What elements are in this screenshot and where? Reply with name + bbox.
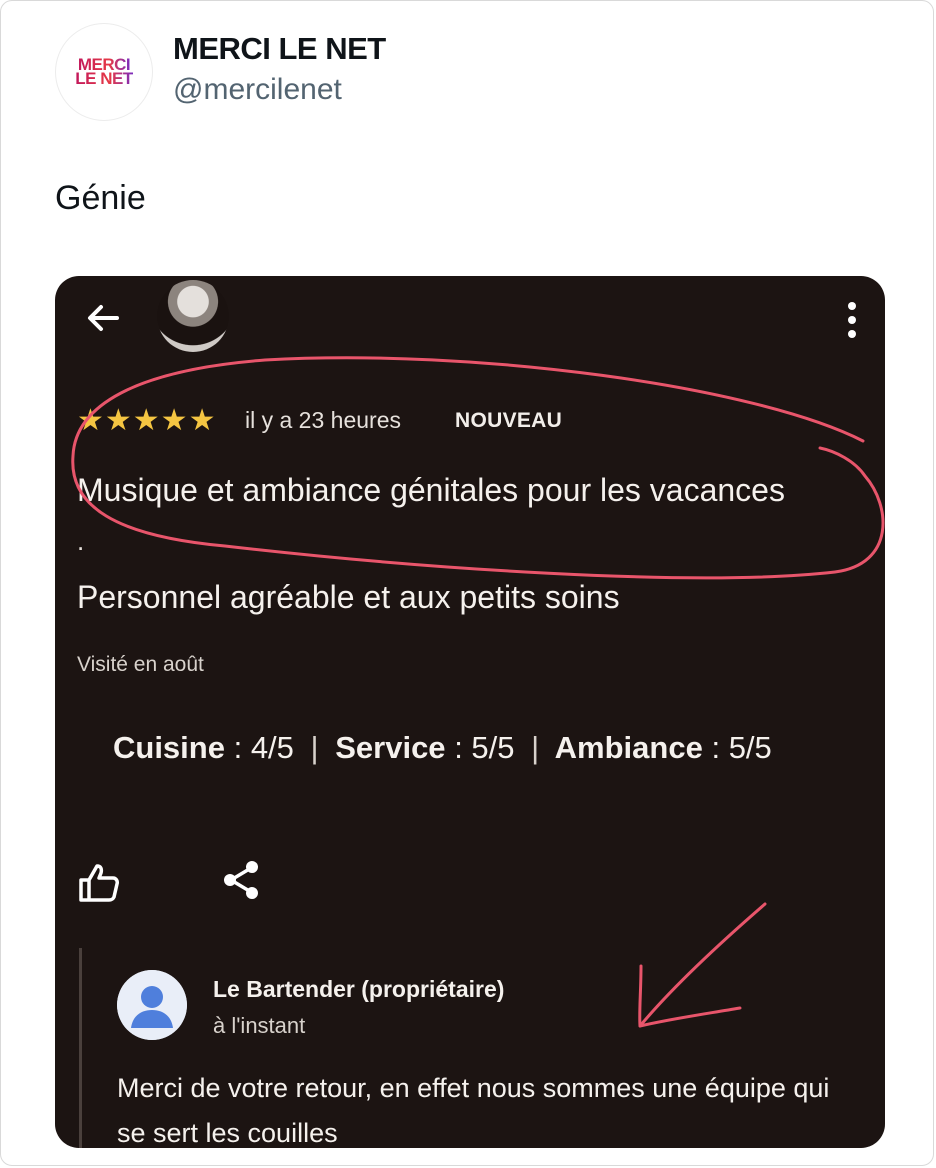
red-annotation-overlay (71, 356, 885, 1028)
tweet-media-image[interactable]: ★★★★★ il y a 23 heures NOUVEAU Musique e… (55, 276, 885, 1148)
tweet-card: MERCI LE NET MERCI LE NET @mercilenet Gé… (0, 0, 934, 1166)
display-name[interactable]: MERCI LE NET (173, 31, 386, 67)
profile-avatar[interactable]: MERCI LE NET (55, 23, 153, 121)
pointer-arrow (638, 902, 767, 1028)
tweet-text: Génie (55, 179, 146, 217)
highlight-ellipse (71, 356, 885, 580)
user-handle[interactable]: @mercilenet (173, 73, 342, 107)
avatar-logo-line-2: LE NET (75, 69, 133, 88)
